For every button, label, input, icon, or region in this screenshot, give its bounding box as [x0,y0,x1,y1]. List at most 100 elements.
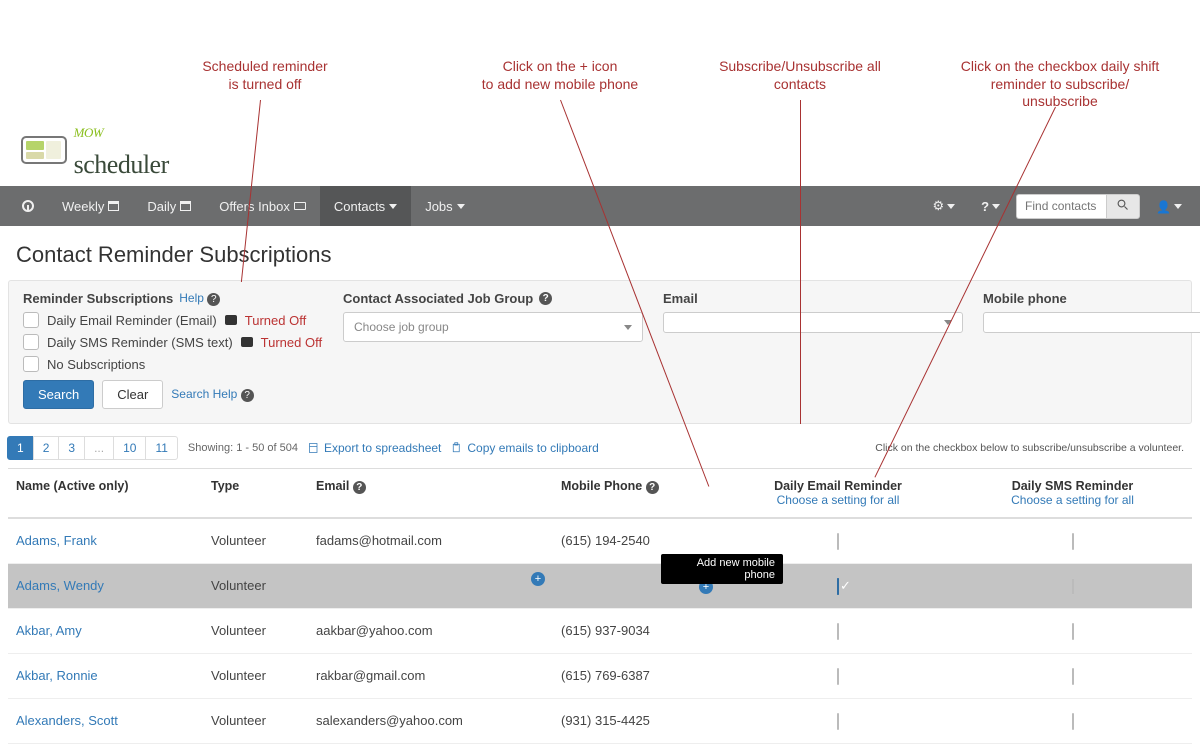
page-2[interactable]: 2 [33,436,60,460]
nav-user-menu[interactable] [1146,193,1192,220]
daily-sms-checkbox[interactable] [1072,578,1074,595]
contact-type: Volunteer [203,654,308,699]
chevron-down-icon [389,204,397,209]
contact-mobile: (615) 937-9034 [553,609,723,654]
contact-mobile: (615) 769-6387 [553,654,723,699]
daily-email-checkbox[interactable] [837,578,839,595]
clear-button[interactable]: Clear [102,380,163,409]
contact-type: Volunteer [203,699,308,744]
email-select[interactable] [663,312,963,333]
search-button[interactable]: Search [23,380,94,409]
contact-type: Volunteer [203,609,308,654]
annotation-turned-off: Scheduled reminderis turned off [150,58,380,93]
daily-sms-checkbox[interactable] [1072,713,1074,730]
col-type: Type [203,469,308,519]
nav-help[interactable] [971,193,1010,220]
choose-all-daily-email[interactable]: Choose a setting for all [731,493,945,507]
copy-emails-link[interactable]: Copy emails to clipboard [451,441,598,455]
inbox-icon [294,202,306,210]
help-icon: ? [207,293,220,306]
filter-daily-email[interactable]: Daily Email Reminder (Email) Turned Off [23,312,323,328]
nav-home[interactable] [8,186,48,226]
mobile-select[interactable] [983,312,1200,333]
checkbox[interactable] [23,356,39,372]
label: No Subscriptions [47,357,145,372]
checkbox[interactable] [23,334,39,350]
chevron-down-icon [457,204,465,209]
contact-type: Volunteer [203,518,308,564]
page-title: Contact Reminder Subscriptions [0,226,1200,276]
select-placeholder: Choose job group [354,320,449,334]
chevron-down-icon [624,325,632,330]
comment-icon [241,337,253,347]
daily-email-checkbox[interactable] [837,668,839,685]
filter-no-subs[interactable]: No Subscriptions [23,356,323,372]
subscriptions-table: Name (Active only) Type Email ? Mobile P… [8,468,1192,744]
choose-all-daily-sms[interactable]: Choose a setting for all [961,493,1184,507]
filter-panel: Reminder Subscriptions Help ? Daily Emai… [8,280,1192,424]
chevron-down-icon [944,320,952,325]
showing-count: Showing: 1 - 50 of 504 [188,442,298,454]
col-daily-sms: Daily SMS Reminder Choose a setting for … [953,469,1192,519]
filter-mobile-head: Mobile phone [983,291,1200,306]
nav-settings[interactable] [922,192,965,220]
add-mobile-tooltip: Add new mobile phone [661,554,783,584]
contact-name-link[interactable]: Adams, Wendy [16,578,104,593]
search-button[interactable] [1106,194,1140,219]
daily-email-checkbox[interactable] [837,713,839,730]
nav-weekly[interactable]: Weekly [48,186,133,226]
daily-email-checkbox[interactable] [837,533,839,550]
filter-daily-sms[interactable]: Daily SMS Reminder (SMS text) Turned Off [23,334,323,350]
contact-name-link[interactable]: Akbar, Amy [16,623,82,638]
add-email-icon[interactable]: + [531,572,545,586]
help-icon [981,199,989,214]
help-icon: ? [241,389,254,402]
contact-email: salexanders@yahoo.com [308,699,553,744]
page-11[interactable]: 11 [145,436,177,460]
logo-text: MOW scheduler [74,120,169,180]
table-row: Alexanders, Scott Volunteersalexanders@ya… [8,699,1192,744]
contact-type: Volunteer [203,564,308,609]
nav-contacts[interactable]: Contacts [320,186,411,226]
daily-sms-checkbox[interactable] [1072,533,1074,550]
chevron-down-icon [947,204,955,209]
search-input[interactable] [1016,194,1106,219]
col-email: Email ? [308,469,553,519]
export-link[interactable]: Export to spreadsheet [308,441,441,455]
nav-jobs[interactable]: Jobs [411,186,478,226]
job-group-select[interactable]: Choose job group [343,312,643,342]
clock-icon [22,200,34,212]
toolbar-note: Click on the checkbox below to subscribe… [875,442,1192,454]
search-help-link[interactable]: Search Help ? [171,387,253,402]
label: Daily Email Reminder (Email) [47,313,217,328]
chevron-down-icon [992,204,1000,209]
contact-name-link[interactable]: Alexanders, Scott [16,713,118,728]
gear-icon [932,198,944,214]
help-icon: ? [539,292,552,305]
checkbox[interactable] [23,312,39,328]
calendar-icon [180,201,191,211]
contact-name-link[interactable]: Akbar, Ronnie [16,668,98,683]
nav-offers[interactable]: Offers Inbox [205,186,320,226]
page-10[interactable]: 10 [113,436,146,460]
search-icon [1117,199,1129,211]
user-icon [1156,199,1171,214]
filter-email-head: Email [663,291,963,306]
page-1[interactable]: 1 [7,436,34,460]
daily-email-checkbox[interactable] [837,623,839,640]
logo-icon [20,131,70,170]
annotation-subscribe-all: Subscribe/Unsubscribe allcontacts [685,58,915,93]
daily-sms-checkbox[interactable] [1072,668,1074,685]
daily-sms-checkbox[interactable] [1072,623,1074,640]
contact-email: rakbar@gmail.com [308,654,553,699]
nav-daily[interactable]: Daily [133,186,205,226]
contact-name-link[interactable]: Adams, Frank [16,533,97,548]
chevron-down-icon [1174,204,1182,209]
table-row: Akbar, AmyVolunteeraakbar@yahoo.com(615)… [8,609,1192,654]
filter-subs-head: Reminder Subscriptions Help ? [23,291,323,306]
col-daily-email: Daily Email Reminder Choose a setting fo… [723,469,953,519]
page-3[interactable]: 3 [58,436,85,460]
help-link[interactable]: Help ? [179,291,220,306]
help-icon: ? [646,481,659,494]
page-...: ... [84,436,114,460]
